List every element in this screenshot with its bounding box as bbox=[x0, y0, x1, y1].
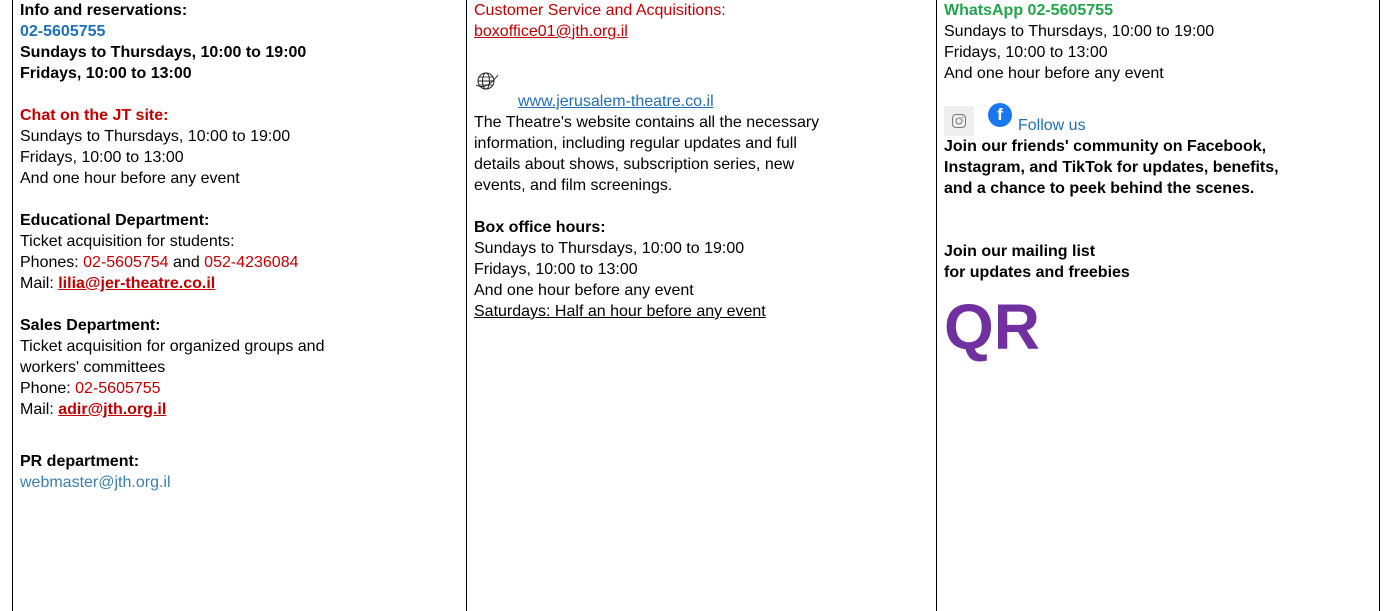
box-hours-event: And one hour before any event bbox=[474, 282, 694, 299]
contact-table: Info and reservations: 02-5605755 Sunday… bbox=[0, 0, 1386, 611]
column-social: WhatsApp 02-5605755 Sundays to Thursdays… bbox=[936, 0, 1380, 611]
info-title: Info and reservations: bbox=[20, 2, 188, 19]
cs-mail-link[interactable]: boxoffice01@jth.org.il bbox=[474, 21, 930, 42]
sales-title: Sales Department: bbox=[20, 317, 161, 334]
sales-mail-label: Mail: bbox=[20, 401, 59, 418]
qr-code[interactable]: QR bbox=[944, 291, 1379, 363]
community-3: and a chance to peek behind the scenes. bbox=[944, 180, 1255, 197]
edu-phones-label: Phones: bbox=[20, 254, 84, 271]
sales-phone[interactable]: 02-5605755 bbox=[75, 380, 160, 397]
mailing-1: Join our mailing list bbox=[944, 243, 1096, 260]
social-row: f Follow us bbox=[944, 96, 1379, 136]
info-phone[interactable]: 02-5605755 bbox=[20, 21, 462, 42]
globe-icon bbox=[474, 69, 500, 91]
community-2: Instagram, and TikTok for updates, benef… bbox=[944, 159, 1279, 176]
edu-mail-line: Mail: lilia@jer-theatre.co.il bbox=[20, 273, 462, 294]
mailing-2: for updates and freebies bbox=[944, 264, 1130, 281]
web-desc-2: information, including regular updates a… bbox=[474, 135, 797, 152]
cs-title: Customer Service and Acquisitions: bbox=[474, 2, 726, 19]
chat-hours-fridays: Fridays, 10:00 to 13:00 bbox=[20, 149, 184, 166]
box-hours-weekdays: Sundays to Thursdays, 10:00 to 19:00 bbox=[474, 240, 745, 257]
edu-phone-1[interactable]: 02-5605754 bbox=[83, 254, 168, 271]
chat-hours-weekdays: Sundays to Thursdays, 10:00 to 19:00 bbox=[20, 128, 291, 145]
pr-mail[interactable]: webmaster@jth.org.il bbox=[20, 472, 462, 493]
web-desc-3: details about shows, subscription series… bbox=[474, 156, 795, 173]
web-desc-1: The Theatre's website contains all the n… bbox=[474, 114, 820, 131]
edu-desc: Ticket acquisition for students: bbox=[20, 233, 235, 250]
chat-hours-event: And one hour before any event bbox=[20, 170, 240, 187]
sales-phone-line: Phone: 02-5605755 bbox=[20, 378, 462, 399]
edu-and: and bbox=[168, 254, 205, 271]
edu-mail-link[interactable]: lilia@jer-theatre.co.il bbox=[58, 275, 215, 292]
pr-title: PR department: bbox=[20, 453, 140, 470]
sales-mail-link[interactable]: adir@jth.org.il bbox=[58, 401, 166, 418]
column-service: Customer Service and Acquisitions: boxof… bbox=[466, 0, 930, 611]
wa-hours-fridays: Fridays, 10:00 to 13:00 bbox=[944, 44, 1108, 61]
edu-phone-2[interactable]: 052-4236084 bbox=[204, 254, 298, 271]
follow-us-link[interactable]: Follow us bbox=[1018, 116, 1086, 136]
edu-mail-label: Mail: bbox=[20, 275, 59, 292]
info-hours-fridays: Fridays, 10:00 to 13:00 bbox=[20, 65, 192, 82]
sales-mail-line: Mail: adir@jth.org.il bbox=[20, 399, 462, 420]
facebook-icon[interactable]: f bbox=[988, 103, 1012, 127]
sales-phone-label: Phone: bbox=[20, 380, 76, 397]
wa-hours-weekdays: Sundays to Thursdays, 10:00 to 19:00 bbox=[944, 23, 1215, 40]
sales-desc-1: Ticket acquisition for organized groups … bbox=[20, 338, 325, 355]
chat-title[interactable]: Chat on the JT site: bbox=[20, 105, 462, 126]
edu-title: Educational Department: bbox=[20, 212, 210, 229]
instagram-icon[interactable] bbox=[944, 106, 974, 136]
box-title: Box office hours: bbox=[474, 219, 606, 236]
info-hours-weekdays: Sundays to Thursdays, 10:00 to 19:00 bbox=[20, 44, 307, 61]
column-info: Info and reservations: 02-5605755 Sunday… bbox=[12, 0, 462, 611]
box-hours-saturdays: Saturdays: Half an hour before any event bbox=[474, 303, 766, 320]
community-1: Join our friends' community on Facebook, bbox=[944, 138, 1267, 155]
sales-desc-2: workers' committees bbox=[20, 359, 166, 376]
edu-phones: Phones: 02-5605754 and 052-4236084 bbox=[20, 252, 462, 273]
whatsapp-title[interactable]: WhatsApp 02-5605755 bbox=[944, 0, 1379, 21]
web-desc-4: events, and film screenings. bbox=[474, 177, 673, 194]
website-link[interactable]: www.jerusalem-theatre.co.il bbox=[474, 91, 930, 112]
wa-hours-event: And one hour before any event bbox=[944, 65, 1164, 82]
box-hours-fridays: Fridays, 10:00 to 13:00 bbox=[474, 261, 638, 278]
